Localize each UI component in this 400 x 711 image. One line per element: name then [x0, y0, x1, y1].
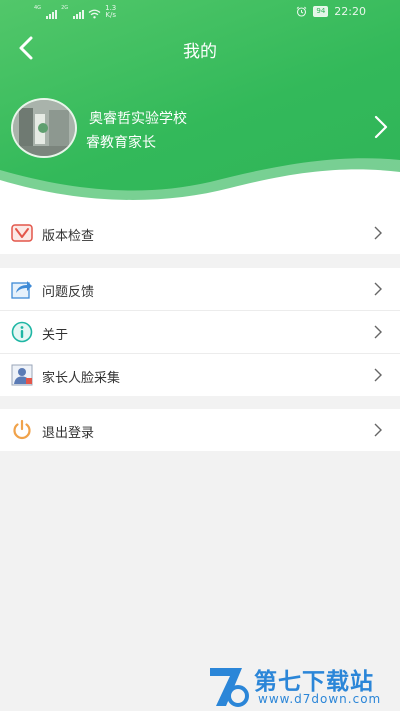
menu-item-label: 关于 [42, 328, 69, 343]
menu-item-version-check[interactable]: 版本检查 [0, 212, 400, 254]
menu-item-label: 家长人脸采集 [42, 371, 121, 386]
version-check-icon [11, 224, 33, 242]
chevron-right-icon [374, 423, 382, 437]
page-title: 我的 [183, 42, 217, 62]
status-right: 94 22:20 [296, 5, 366, 18]
chevron-right-icon [374, 282, 382, 296]
signal-icon-1 [46, 10, 58, 19]
signal-icon-2 [73, 10, 85, 19]
watermark-url: www.d7down.com [258, 692, 382, 706]
speed-unit: K/s [105, 11, 116, 19]
network-speed: 1.3 K/s [105, 5, 116, 19]
signal-tag-2: 2G [61, 5, 69, 11]
clock: 22:20 [334, 5, 366, 18]
info-icon [11, 321, 33, 343]
nav-bar: 我的 [0, 30, 400, 66]
profile-header: 4G 2G 1.3 K/s 94 22:20 我的 奥睿哲实验学校 睿教育家长 [0, 0, 400, 212]
menu-group-1: 版本检查 [0, 212, 400, 254]
menu-item-about[interactable]: 关于 [0, 311, 400, 354]
status-bar: 4G 2G 1.3 K/s 94 22:20 [0, 0, 400, 24]
power-icon [13, 419, 31, 440]
menu-group-2: 问题反馈 关于 家长人脸采集 [0, 268, 400, 396]
avatar-photo-icon [13, 100, 75, 156]
profile-chevron-right-icon[interactable] [372, 114, 390, 140]
menu-item-label: 退出登录 [42, 426, 95, 441]
watermark-logo-icon [210, 668, 249, 707]
user-role: 睿教育家长 [86, 135, 156, 151]
face-collect-icon [11, 364, 33, 386]
watermark-title: 第七下载站 [254, 669, 374, 695]
menu-item-feedback[interactable]: 问题反馈 [0, 268, 400, 311]
chevron-right-icon [374, 368, 382, 382]
site-watermark: 第七下载站 www.d7down.com [206, 662, 396, 710]
menu-item-label: 问题反馈 [42, 285, 95, 300]
chevron-right-icon [374, 226, 382, 240]
status-left: 4G 2G 1.3 K/s [34, 5, 116, 19]
menu-item-logout[interactable]: 退出登录 [0, 409, 400, 451]
menu-item-face-collect[interactable]: 家长人脸采集 [0, 354, 400, 396]
alarm-icon [297, 6, 307, 17]
feedback-share-icon [11, 281, 32, 299]
avatar[interactable] [11, 98, 77, 158]
battery-icon: 94 [313, 6, 329, 17]
menu-item-label: 版本检查 [42, 229, 95, 244]
wifi-icon [88, 9, 101, 19]
chevron-right-icon [374, 325, 382, 339]
signal-tag-1: 4G [34, 5, 42, 11]
menu-group-3: 退出登录 [0, 409, 400, 451]
school-name: 奥睿哲实验学校 [89, 111, 187, 127]
